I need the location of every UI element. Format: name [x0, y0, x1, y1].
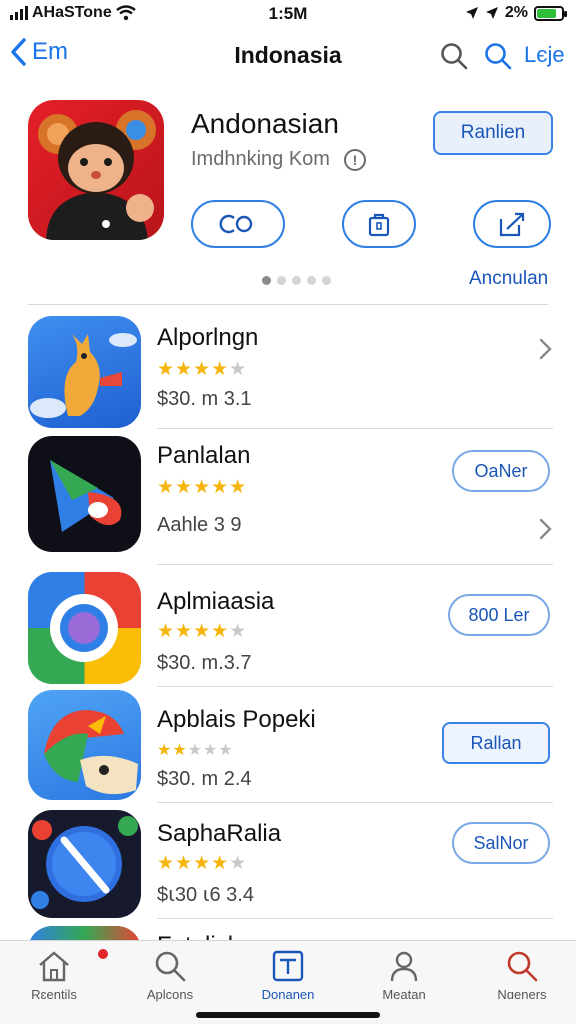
bag-icon — [368, 213, 390, 237]
navigation-bar: Em Indonasia Lєje — [0, 30, 576, 84]
mascot-icon — [38, 110, 156, 240]
list-item[interactable]: Apblais Popeki ★★★★★ $30. m 2.4 Rallan — [0, 690, 576, 802]
compass-icon — [31, 816, 138, 909]
app-price: Aahle 3 9 — [157, 514, 242, 536]
nav-right-button[interactable]: Lєje — [524, 42, 565, 68]
page-indicator[interactable] — [262, 276, 331, 285]
tab-label: Rɛentils — [31, 987, 77, 1002]
divider — [157, 918, 553, 919]
page-dot[interactable] — [322, 276, 331, 285]
featured-primary-button[interactable]: Ranlien — [433, 111, 553, 155]
person-icon — [390, 951, 418, 982]
app-name: SaphaRalia — [157, 820, 282, 847]
tab-label: Donanen — [261, 987, 315, 1002]
featured-app-subtitle-row: Imdhnking Kom ! — [191, 148, 366, 171]
page-dot[interactable] — [277, 276, 286, 285]
tab-label: Meatan — [382, 987, 426, 1002]
info-icon[interactable]: ! — [343, 148, 366, 171]
featured-app-icon[interactable] — [28, 100, 164, 240]
app-name: Apblais Popeki — [157, 706, 316, 733]
tab-account[interactable]: Meatan — [356, 949, 452, 1002]
app-icon — [28, 436, 141, 552]
divider — [157, 686, 553, 687]
app-price: $30. m.3.7 — [157, 652, 252, 674]
page-dot[interactable] — [262, 276, 271, 285]
rating-stars: ★★★★★ — [157, 621, 248, 642]
app-name: Aplmiaasia — [157, 588, 275, 615]
list-item[interactable]: Alporlngn ★★★★★ $30. m 3.1 — [0, 306, 576, 428]
page-dot[interactable] — [307, 276, 316, 285]
chevron-right-icon[interactable] — [538, 338, 552, 360]
app-action-button[interactable]: Rallan — [442, 722, 550, 764]
featured-app-subtitle: Imdhnking Kom — [191, 148, 330, 170]
divider — [28, 304, 548, 305]
search-icon — [155, 951, 186, 982]
app-icon — [28, 316, 141, 428]
divider — [157, 564, 553, 565]
parrot-icon — [44, 710, 138, 795]
tab-label: Nɑeners — [497, 987, 547, 1002]
apps-tray-icon — [272, 950, 304, 982]
app-name: Panlalan — [157, 442, 251, 469]
home-indicator — [196, 1012, 380, 1018]
page-dot[interactable] — [292, 276, 301, 285]
status-bar: AНaSTone 1:5M 2% — [0, 0, 576, 26]
featured-app-title: Andonasian — [191, 108, 339, 139]
home-icon — [39, 951, 69, 982]
featured-action-row — [191, 200, 551, 250]
search-icon[interactable] — [440, 42, 468, 70]
rating-stars: ★★★★★ — [157, 477, 248, 498]
app-price: $30. m 3.1 — [157, 388, 252, 410]
list-item[interactable]: Aplmiaasia ★★★★★ $30. m.3.7 800 Ler — [0, 568, 576, 686]
action-button-3[interactable] — [473, 200, 551, 248]
action-button-1[interactable] — [191, 200, 285, 248]
divider — [157, 428, 553, 429]
ring-logo-icon — [50, 594, 118, 662]
divider — [157, 802, 553, 803]
status-right: 2% — [465, 4, 567, 22]
kangaroo-icon — [30, 333, 137, 418]
search-red-icon — [507, 951, 538, 982]
list-item[interactable]: Fptalisk — [0, 922, 576, 942]
rating-stars: ★★★★★ — [157, 853, 248, 874]
app-icon — [28, 690, 141, 800]
share-icon — [499, 212, 525, 237]
app-action-button[interactable]: SalNor — [452, 822, 550, 864]
tab-search[interactable]: Nɑeners — [474, 949, 570, 1002]
tab-apps[interactable]: Aplcons — [122, 949, 218, 1002]
location-arrow-icon — [485, 7, 498, 19]
app-price: $ꙇ30 ꙇ6 3.4 — [157, 884, 254, 906]
search-icon[interactable] — [484, 42, 512, 70]
location-arrow-icon — [465, 7, 478, 19]
list-item[interactable]: SaphaRalia ★★★★★ $ꙇ30 ꙇ6 3.4 SalNor — [0, 806, 576, 918]
list-item[interactable]: Panlalan ★★★★★ Aahle 3 9 OaNer — [0, 432, 576, 562]
tab-label: Aplcons — [146, 987, 194, 1002]
rating-stars: ★★★★★ — [157, 742, 234, 759]
app-action-button[interactable]: OaNer — [452, 450, 550, 492]
app-name: Alporlngn — [157, 324, 259, 351]
tab-home[interactable]: Rɛentils — [6, 949, 102, 1002]
chevron-right-icon[interactable] — [538, 518, 552, 540]
battery-percent: 2% — [504, 4, 528, 21]
tab-download[interactable]: Donanen — [240, 949, 336, 1002]
loop-icon — [219, 214, 253, 234]
app-price: $30. m 2.4 — [157, 768, 252, 790]
featured-link[interactable]: Ancnulan — [469, 268, 548, 290]
rating-stars: ★★★★★ — [157, 359, 248, 380]
app-icon — [28, 572, 141, 684]
app-action-button[interactable]: 800 Ler — [448, 594, 550, 636]
action-button-2[interactable] — [342, 200, 416, 248]
battery-icon — [534, 5, 567, 21]
notification-badge — [98, 949, 108, 959]
app-icon — [28, 810, 141, 918]
play-logo-icon — [50, 460, 122, 532]
featured-app: Andonasian Imdhnking Kom ! Ranlien Ancnu… — [0, 96, 576, 306]
